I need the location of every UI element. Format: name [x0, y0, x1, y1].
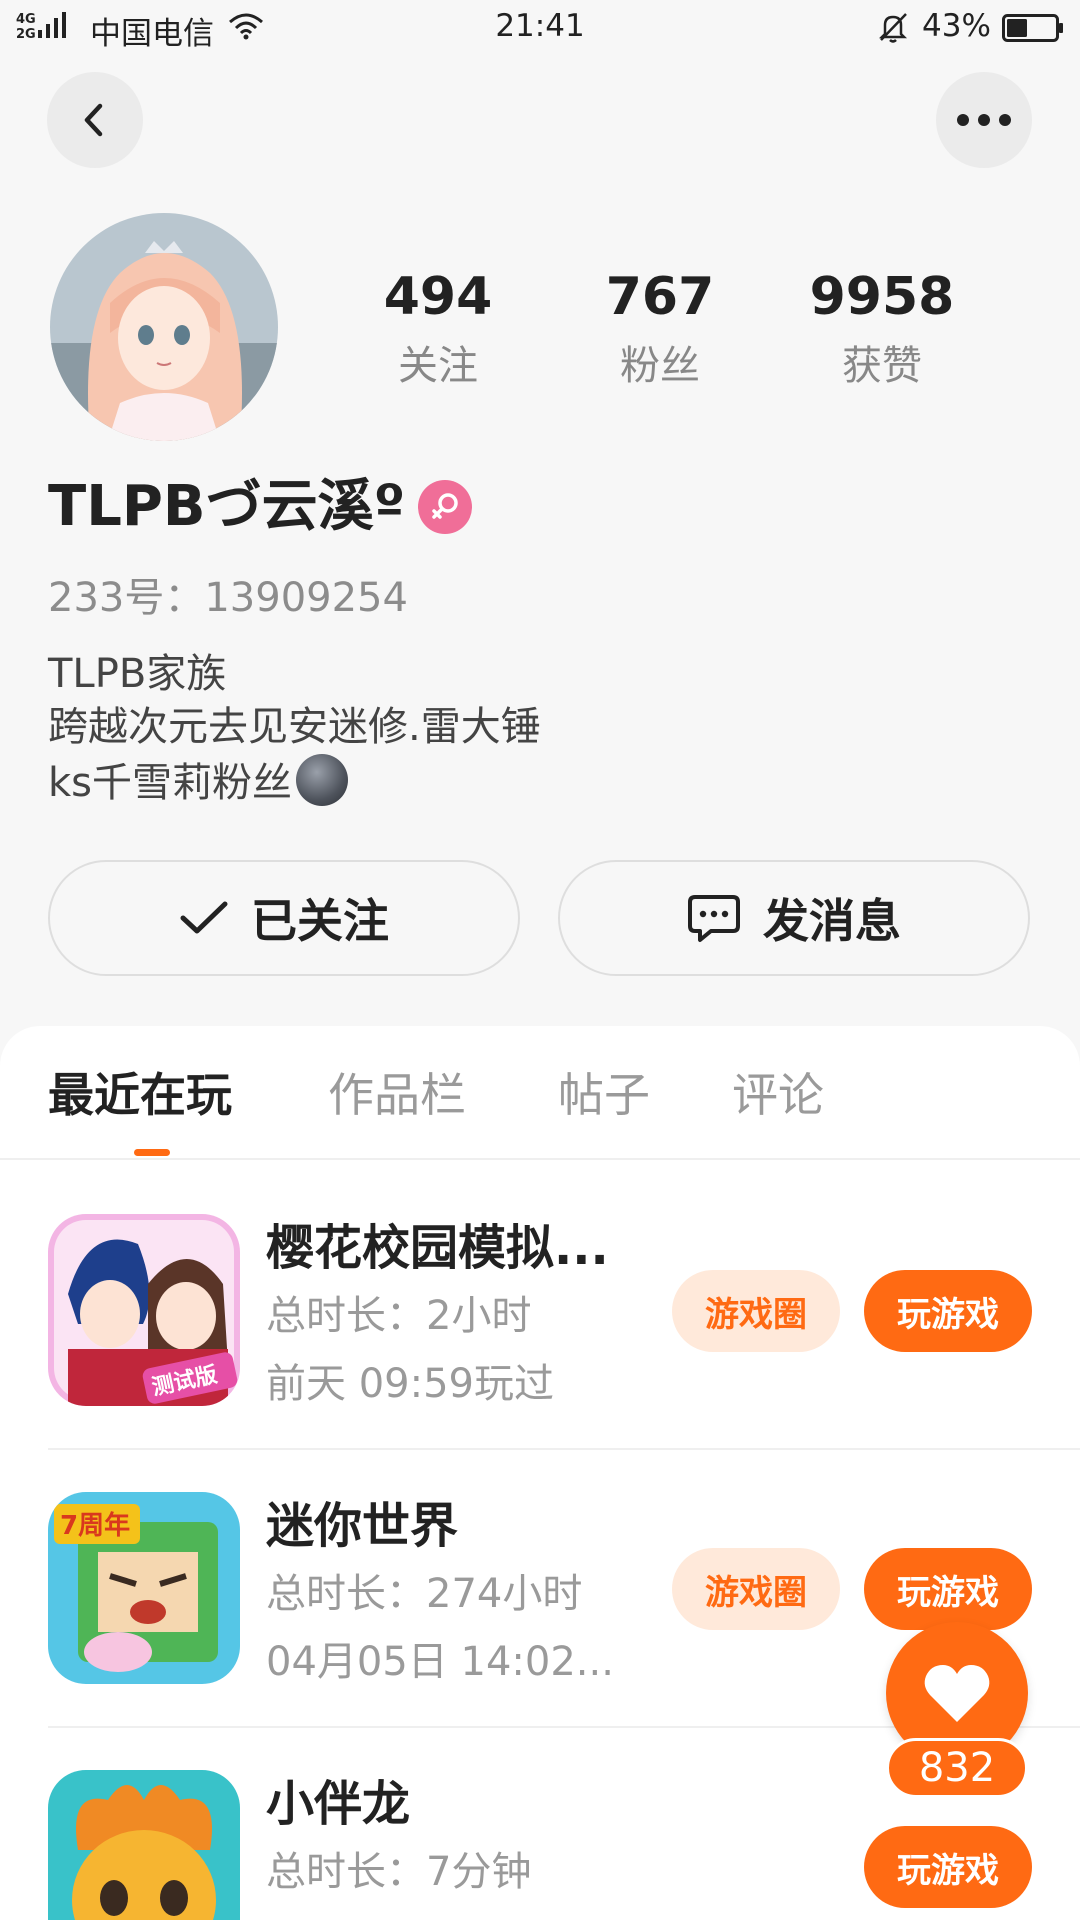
moon-emoji-icon — [296, 754, 349, 806]
following-button[interactable]: 已关注 — [48, 860, 520, 976]
game-title[interactable]: 小伴龙 — [266, 1772, 410, 1836]
game-icon-sakura-school[interactable]: 测试版 — [48, 1214, 240, 1406]
avatar-image — [50, 213, 278, 441]
game-total-duration: 总时长：274小时 — [266, 1571, 583, 1617]
tab-works[interactable]: 作品栏 — [328, 1062, 466, 1128]
active-tab-indicator — [134, 1149, 170, 1156]
following-label: 关注 — [398, 343, 478, 389]
username: TLPBづ云溪º — [48, 474, 406, 539]
notifications-muted-icon — [878, 13, 908, 43]
game-title[interactable]: 樱花校园模拟... — [266, 1216, 609, 1280]
stat-likes[interactable]: 9958 获赞 — [782, 262, 982, 396]
stat-followers[interactable]: 767 粉丝 — [560, 262, 760, 396]
game-last-played: 前天 09:59玩过 — [266, 1361, 554, 1407]
bio-line: TLPB家族 — [48, 651, 227, 697]
more-dots-icon — [957, 114, 1011, 126]
game-title[interactable]: 迷你世界 — [266, 1494, 458, 1558]
tab-comments[interactable]: 评论 — [732, 1062, 824, 1128]
clock: 21:41 — [495, 8, 585, 44]
likes-count: 9958 — [809, 267, 955, 327]
tab-posts[interactable]: 帖子 — [558, 1062, 650, 1128]
play-game-button[interactable]: 玩游戏 — [864, 1270, 1032, 1352]
stat-following[interactable]: 494 关注 — [338, 262, 538, 396]
game-circle-button[interactable]: 游戏圈 — [672, 1548, 840, 1630]
following-button-label: 已关注 — [251, 894, 389, 948]
play-game-button[interactable]: 玩游戏 — [864, 1548, 1032, 1630]
heart-icon — [924, 1665, 990, 1722]
battery-icon — [1002, 14, 1063, 42]
status-bar: 4G 2G 中国电信 21:41 43% — [0, 0, 1080, 56]
game-total-duration: 总时长：7分钟 — [266, 1849, 532, 1895]
female-gender-icon — [418, 480, 472, 534]
tab-recently-played[interactable]: 最近在玩 — [48, 1062, 232, 1128]
following-count: 494 — [383, 267, 493, 327]
bio-line: ks千雪莉粉丝 — [48, 760, 293, 806]
bio: TLPB家族 跨越次元去见安迷修.雷大锤 ks千雪莉粉丝 — [48, 648, 541, 810]
chat-bubble-icon — [688, 895, 740, 942]
play-game-button[interactable]: 玩游戏 — [864, 1826, 1032, 1908]
divider — [48, 1448, 1080, 1450]
game-total-duration: 总时长：2小时 — [266, 1293, 532, 1339]
likes-label: 获赞 — [842, 343, 922, 389]
game-icon-xiaobanlong[interactable] — [48, 1770, 240, 1920]
send-message-label: 发消息 — [763, 894, 901, 948]
chevron-left-icon — [84, 103, 103, 137]
followers-count: 767 — [605, 267, 715, 327]
game-circle-button[interactable]: 游戏圈 — [672, 1270, 840, 1352]
profile-screen: 4G 2G 中国电信 21:41 43% 494 关注 767 粉丝 9958 … — [0, 0, 1080, 1920]
more-options-button[interactable] — [936, 72, 1032, 168]
checkmark-icon — [180, 901, 228, 934]
bio-line: 跨越次元去见安迷修.雷大锤 — [48, 704, 541, 750]
divider — [0, 1158, 1080, 1160]
user-id: 233号：13909254 — [48, 575, 408, 621]
battery-percent: 43% — [922, 8, 991, 44]
like-count-badge: 832 — [886, 1738, 1028, 1798]
game-last-played: 04月05日 14:02... — [266, 1639, 614, 1685]
game-icon-badge: 7周年 — [60, 1510, 130, 1541]
game-icon-mini-world[interactable]: 7周年 — [48, 1492, 240, 1684]
send-message-button[interactable]: 发消息 — [558, 860, 1030, 976]
back-button[interactable] — [47, 72, 143, 168]
avatar[interactable] — [50, 213, 278, 441]
followers-label: 粉丝 — [620, 343, 700, 389]
